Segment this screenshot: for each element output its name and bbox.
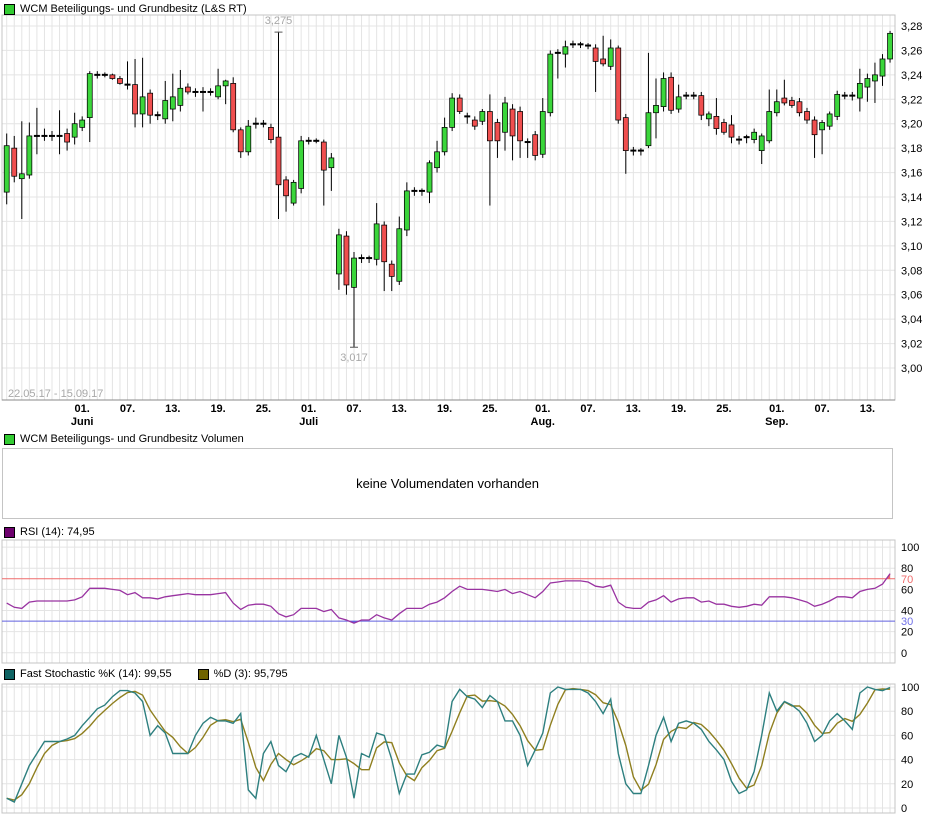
svg-text:3,18: 3,18	[901, 143, 922, 155]
svg-text:20: 20	[901, 779, 913, 791]
svg-text:40: 40	[901, 755, 913, 767]
svg-text:19.: 19.	[437, 403, 452, 415]
volume-legend: WCM Beteiligungs- und Grundbesitz Volume…	[4, 433, 244, 445]
rsi-title: RSI (14): 74,95	[20, 526, 95, 538]
svg-text:0: 0	[901, 803, 907, 814]
svg-text:3,16: 3,16	[901, 168, 922, 180]
svg-text:25.: 25.	[716, 403, 731, 415]
svg-text:100: 100	[901, 542, 919, 554]
svg-text:13.: 13.	[165, 403, 180, 415]
svg-text:3,017: 3,017	[340, 352, 368, 364]
svg-text:01.: 01.	[75, 403, 90, 415]
svg-text:07.: 07.	[814, 403, 829, 415]
stochastic-d-legend: %D (3): 95,795	[198, 668, 288, 680]
stochastic-k-title: Fast Stochastic %K (14): 99,55	[20, 668, 172, 680]
svg-text:01.: 01.	[301, 403, 316, 415]
svg-text:3,24: 3,24	[901, 70, 922, 82]
stock-chart-page: 3,275 3,017 3,28 3,26 3,24 3,22 3,20 3,18 3,16 3,…	[0, 0, 940, 814]
svg-text:100: 100	[901, 682, 919, 694]
svg-text:01.: 01.	[535, 403, 550, 415]
svg-text:07.: 07.	[120, 403, 135, 415]
svg-text:60: 60	[901, 584, 913, 596]
svg-text:80: 80	[901, 706, 913, 718]
svg-text:3,12: 3,12	[901, 216, 922, 228]
svg-text:19.: 19.	[210, 403, 225, 415]
svg-text:01.: 01.	[769, 403, 784, 415]
stochastic-k-swatch-icon	[4, 669, 15, 680]
svg-text:3,04: 3,04	[901, 314, 922, 326]
svg-text:Sep.: Sep.	[765, 416, 788, 428]
svg-text:3,00: 3,00	[901, 363, 922, 375]
svg-text:13.: 13.	[626, 403, 641, 415]
svg-text:3,02: 3,02	[901, 339, 922, 351]
svg-text:60: 60	[901, 730, 913, 742]
main-chart-legend: WCM Beteiligungs- und Grundbesitz (L&S R…	[4, 3, 247, 15]
svg-text:3,08: 3,08	[901, 265, 922, 277]
svg-text:07.: 07.	[580, 403, 595, 415]
rsi-legend-swatch-icon	[4, 527, 15, 538]
volume-legend-swatch-icon	[4, 434, 15, 445]
svg-text:3,10: 3,10	[901, 241, 922, 253]
svg-text:13.: 13.	[860, 403, 875, 415]
svg-text:Aug.: Aug.	[531, 416, 555, 428]
svg-text:Juni: Juni	[71, 416, 94, 428]
volume-empty-message: keine Volumendaten vorhanden	[356, 476, 539, 491]
svg-text:3,14: 3,14	[901, 192, 922, 204]
svg-text:3,22: 3,22	[901, 94, 922, 106]
volume-title: WCM Beteiligungs- und Grundbesitz Volume…	[20, 433, 244, 445]
stochastic-d-swatch-icon	[198, 669, 209, 680]
volume-panel: keine Volumendaten vorhanden	[2, 448, 893, 519]
svg-text:3,275: 3,275	[265, 15, 293, 27]
main-chart-title: WCM Beteiligungs- und Grundbesitz (L&S R…	[20, 3, 247, 15]
stochastic-legend: Fast Stochastic %K (14): 99,55 %D (3): 9…	[4, 668, 288, 680]
svg-text:Juli: Juli	[299, 416, 318, 428]
svg-text:25.: 25.	[482, 403, 497, 415]
svg-text:3,28: 3,28	[901, 21, 922, 33]
stochastic-k-legend: Fast Stochastic %K (14): 99,55	[4, 668, 172, 680]
svg-text:07.: 07.	[346, 403, 361, 415]
rsi-legend: RSI (14): 74,95	[4, 526, 95, 538]
svg-text:20: 20	[901, 627, 913, 639]
svg-text:13.: 13.	[392, 403, 407, 415]
svg-text:19.: 19.	[671, 403, 686, 415]
main-legend-swatch-icon	[4, 4, 15, 15]
stochastic-d-title: %D (3): 95,795	[214, 668, 288, 680]
svg-text:0: 0	[901, 648, 907, 660]
svg-text:25.: 25.	[256, 403, 271, 415]
charts-canvas[interactable]: 3,275 3,017 3,28 3,26 3,24 3,22 3,20 3,18 3,16 3,…	[0, 0, 940, 814]
svg-text:3,20: 3,20	[901, 119, 922, 131]
svg-text:3,06: 3,06	[901, 290, 922, 302]
svg-text:3,26: 3,26	[901, 45, 922, 57]
svg-text:22.05.17 - 15.09.17: 22.05.17 - 15.09.17	[8, 388, 103, 400]
